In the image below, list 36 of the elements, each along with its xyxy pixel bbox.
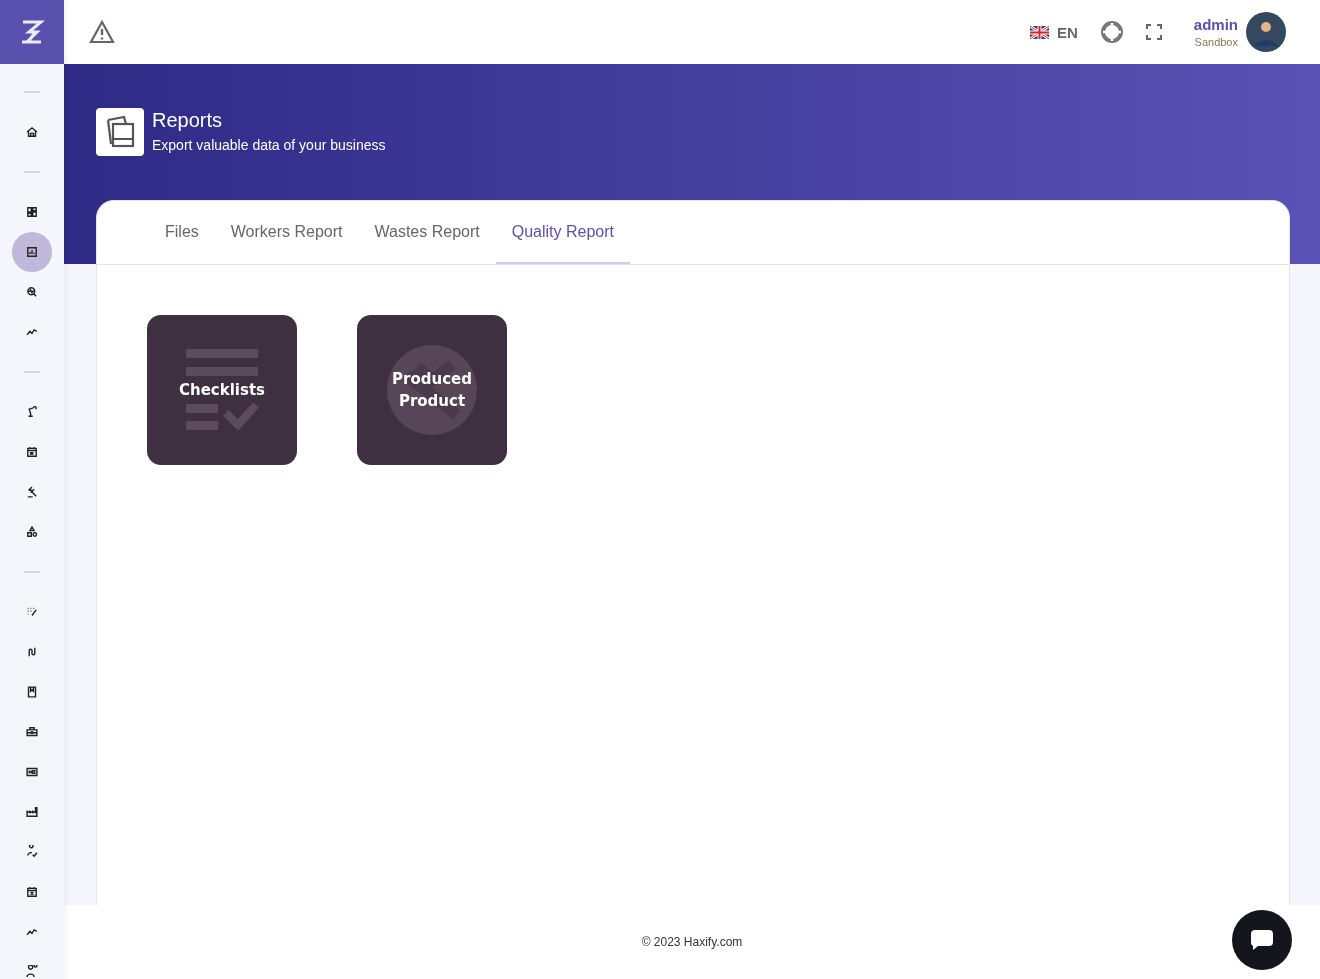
tab[interactable]: Files	[149, 201, 215, 264]
language-selector[interactable]: EN	[1029, 23, 1078, 41]
tab[interactable]: Quality Report	[495, 201, 630, 264]
book-icon	[25, 685, 39, 699]
gavel-icon	[25, 485, 39, 499]
sidebar-item[interactable]	[12, 232, 52, 272]
user-role: Sandbox	[1194, 36, 1238, 48]
fullscreen-icon[interactable]	[1145, 24, 1162, 40]
search-icon	[25, 285, 39, 299]
logo-tile[interactable]	[0, 0, 64, 64]
dashboard-icon	[25, 205, 39, 219]
warning-icon[interactable]	[89, 20, 115, 44]
page-subtitle: Export valuable data of your business	[152, 137, 386, 153]
help-icon[interactable]	[1099, 20, 1124, 44]
logo-icon	[19, 19, 45, 45]
factory-icon	[25, 805, 39, 819]
grid-pencil-icon	[25, 605, 39, 619]
page-title: Reports	[152, 109, 224, 132]
user-name[interactable]: admin	[1193, 16, 1238, 33]
calendar-x-icon	[25, 885, 39, 899]
toolbox-icon	[25, 725, 39, 739]
hq-icon	[25, 765, 39, 779]
tab[interactable]: Wastes Report	[358, 201, 496, 264]
product-icon	[387, 345, 477, 435]
bar-chart-icon	[25, 245, 39, 259]
calendar-icon	[25, 445, 39, 459]
avatar-icon[interactable]	[1246, 12, 1286, 52]
chat-icon	[1250, 929, 1274, 951]
home-icon	[25, 125, 39, 139]
copyright-text: © 2023 Haxify.com	[641, 935, 743, 949]
flag-icon	[1029, 25, 1049, 39]
reports-icon	[96, 108, 144, 156]
report-card[interactable]: Produced Product	[357, 315, 507, 465]
report-card[interactable]: Checklists	[147, 315, 297, 465]
tab[interactable]: Workers Report	[214, 201, 359, 264]
shapes-icon	[25, 525, 39, 539]
